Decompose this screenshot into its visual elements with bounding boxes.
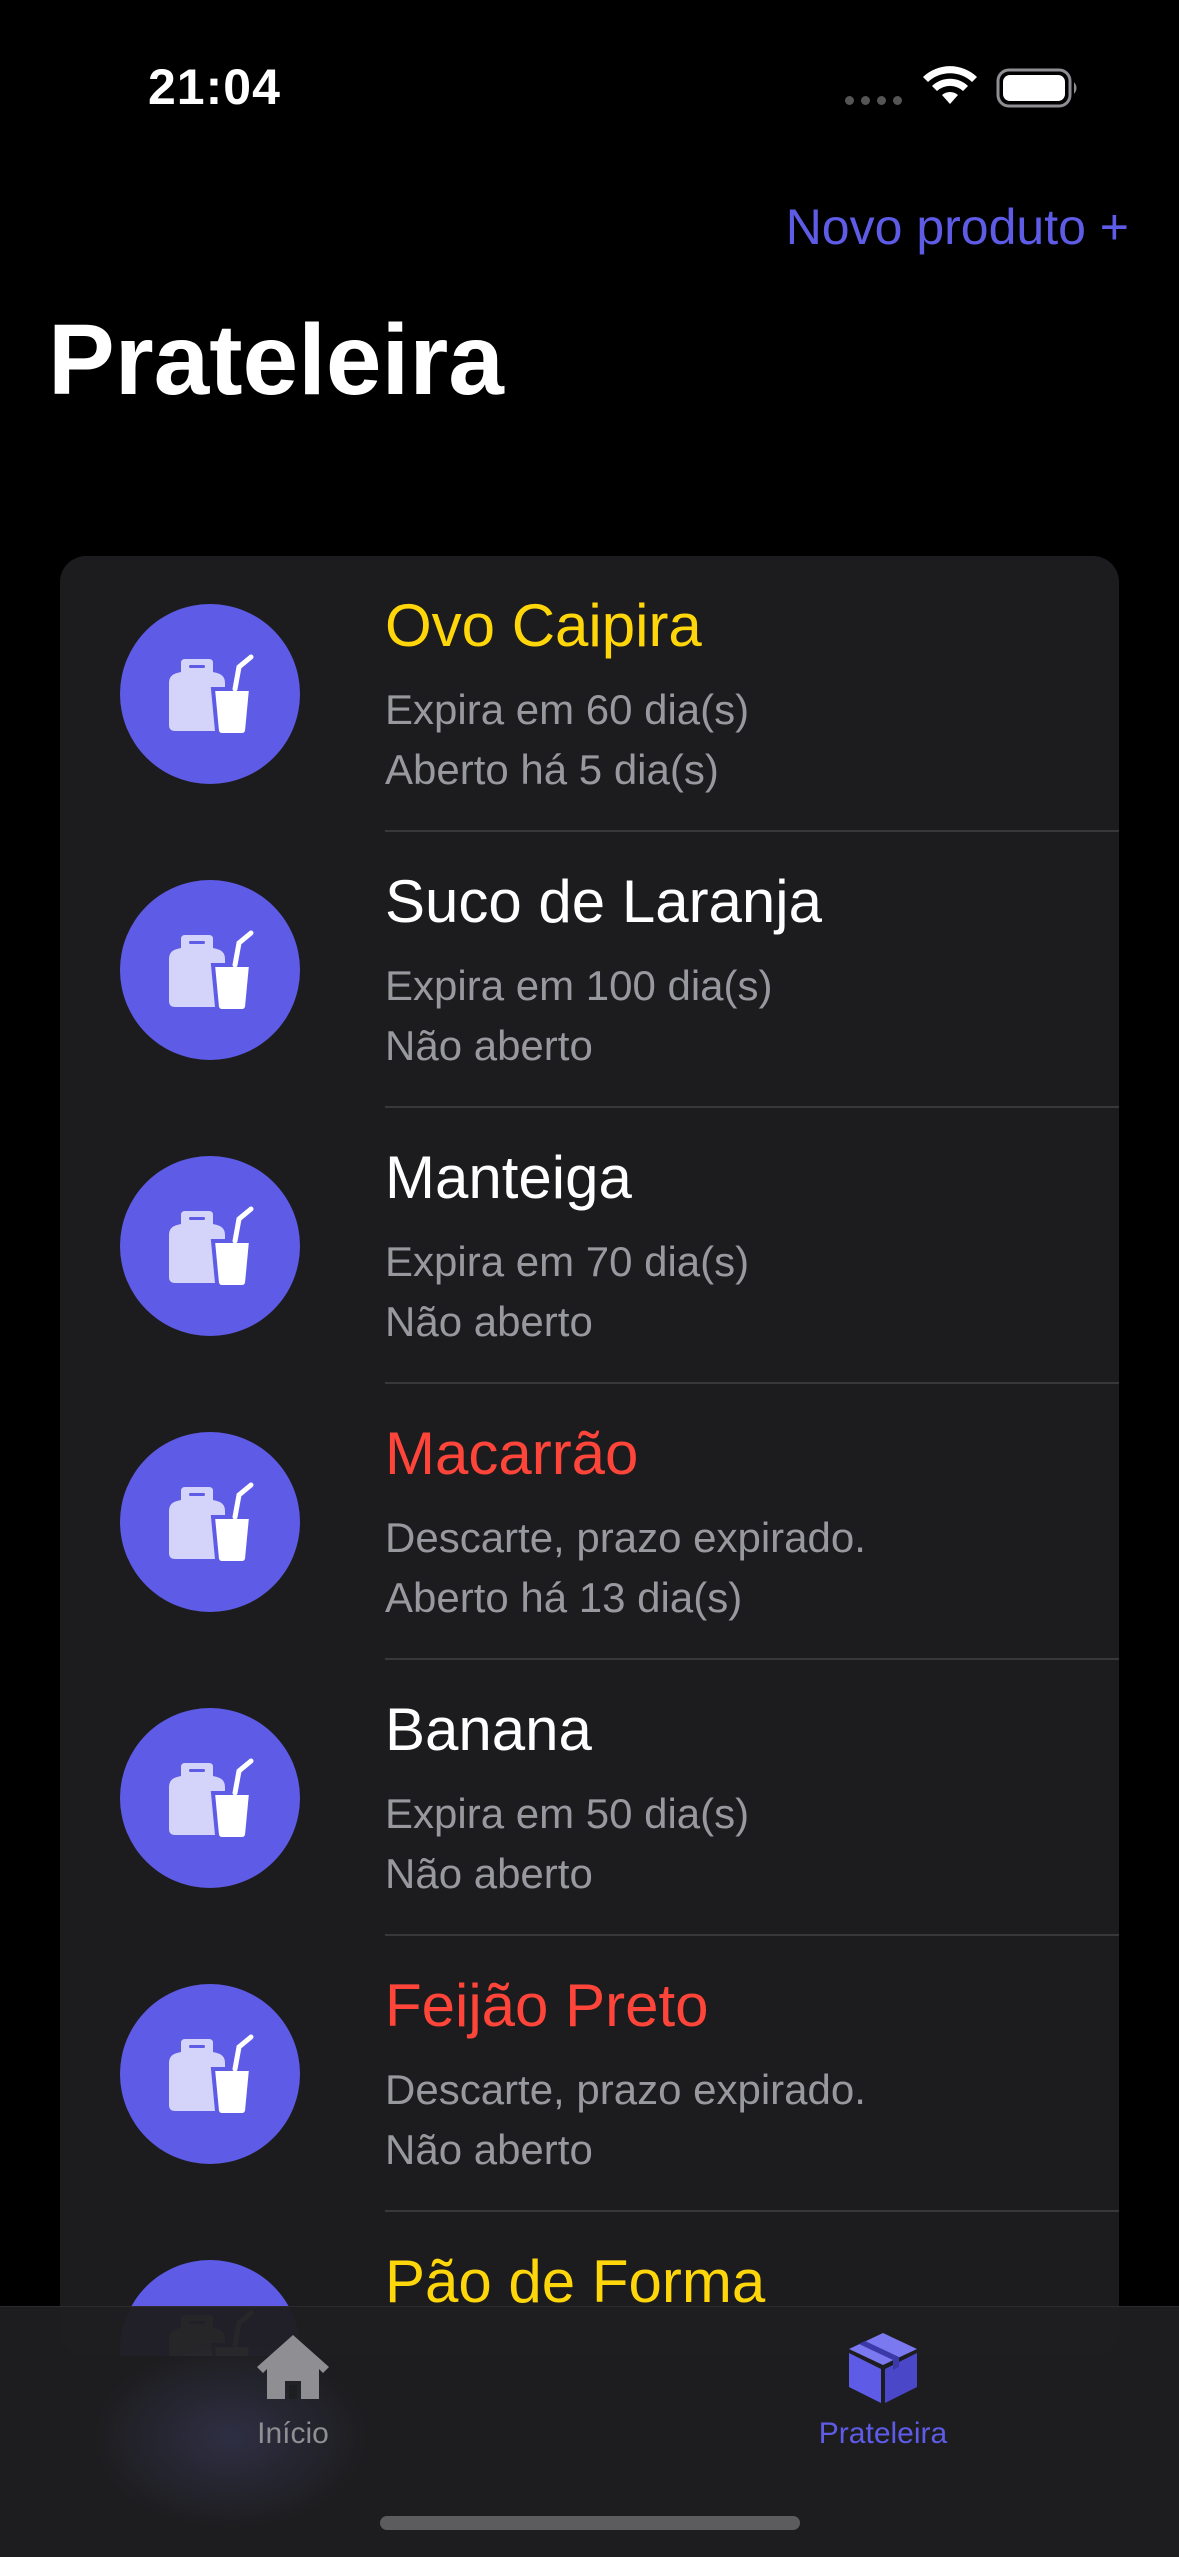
product-avatar <box>120 880 300 1060</box>
product-icon <box>169 1758 254 1841</box>
product-name: Macarrão <box>385 1420 639 1487</box>
product-icon <box>169 1482 254 1565</box>
tab-prateleira-label: Prateleira <box>818 2417 948 2450</box>
product-avatar <box>120 1708 300 1888</box>
house-icon <box>257 2335 329 2399</box>
product-avatar <box>120 1984 300 2164</box>
product-name: Manteiga <box>385 1144 632 1211</box>
product-icon <box>169 2034 254 2117</box>
list-item[interactable]: Manteiga Expira em 70 dia(s) Não aberto <box>60 1108 1119 1384</box>
list-item[interactable]: Suco de Laranja Expira em 100 dia(s) Não a… <box>60 832 1119 1108</box>
product-open-status: Não aberto <box>385 1850 593 1897</box>
product-name: Banana <box>385 1696 592 1763</box>
page-title: Prateleira <box>48 304 504 416</box>
list-item[interactable]: Banana Expira em 50 dia(s) Não aberto <box>60 1660 1119 1936</box>
tab-inicio[interactable]: Início <box>168 2327 418 2477</box>
product-expiry: Expira em 100 dia(s) <box>385 962 773 1009</box>
product-name: Ovo Caipira <box>385 592 702 659</box>
product-icon <box>169 930 254 1013</box>
product-expiry: Descarte, prazo expirado. <box>385 1514 866 1561</box>
product-name: Feijão Preto <box>385 1972 709 2039</box>
product-icon <box>169 654 254 737</box>
product-open-status: Não aberto <box>385 1298 593 1345</box>
list-item[interactable]: Ovo Caipira Expira em 60 dia(s) Aberto há … <box>60 556 1119 832</box>
product-open-status: Aberto há 5 dia(s) <box>385 746 719 793</box>
product-open-status: Não aberto <box>385 2126 593 2173</box>
shipping-box-icon <box>849 2333 917 2403</box>
list-item[interactable]: Feijão Preto Descarte, prazo expirado. Não… <box>60 1936 1119 2212</box>
product-name: Suco de Laranja <box>385 868 822 935</box>
product-list: Ovo Caipira Expira em 60 dia(s) Aberto há … <box>60 556 1119 2356</box>
home-indicator <box>380 2516 800 2530</box>
product-icon <box>169 1206 254 1289</box>
status-bar: 21:04 <box>0 0 1179 170</box>
cellular-signal-icon <box>845 96 902 105</box>
wifi-icon <box>923 66 977 104</box>
product-open-status: Aberto há 13 dia(s) <box>385 1574 743 1621</box>
product-avatar <box>120 1156 300 1336</box>
tab-prateleira[interactable]: Prateleira <box>758 2327 1008 2477</box>
product-expiry: Expira em 70 dia(s) <box>385 1238 750 1285</box>
product-open-status: Não aberto <box>385 1022 593 1069</box>
new-product-button[interactable]: Novo produto + <box>786 198 1129 256</box>
tab-inicio-label: Início <box>257 2417 329 2450</box>
product-avatar <box>120 604 300 784</box>
status-time: 21:04 <box>148 59 281 115</box>
product-avatar <box>120 1432 300 1612</box>
product-expiry: Expira em 50 dia(s) <box>385 1790 750 1837</box>
product-expiry: Descarte, prazo expirado. <box>385 2066 866 2113</box>
list-item[interactable]: Macarrão Descarte, prazo expirado. Aberto … <box>60 1384 1119 1660</box>
battery-icon <box>996 68 1077 108</box>
product-expiry: Expira em 60 dia(s) <box>385 686 750 733</box>
